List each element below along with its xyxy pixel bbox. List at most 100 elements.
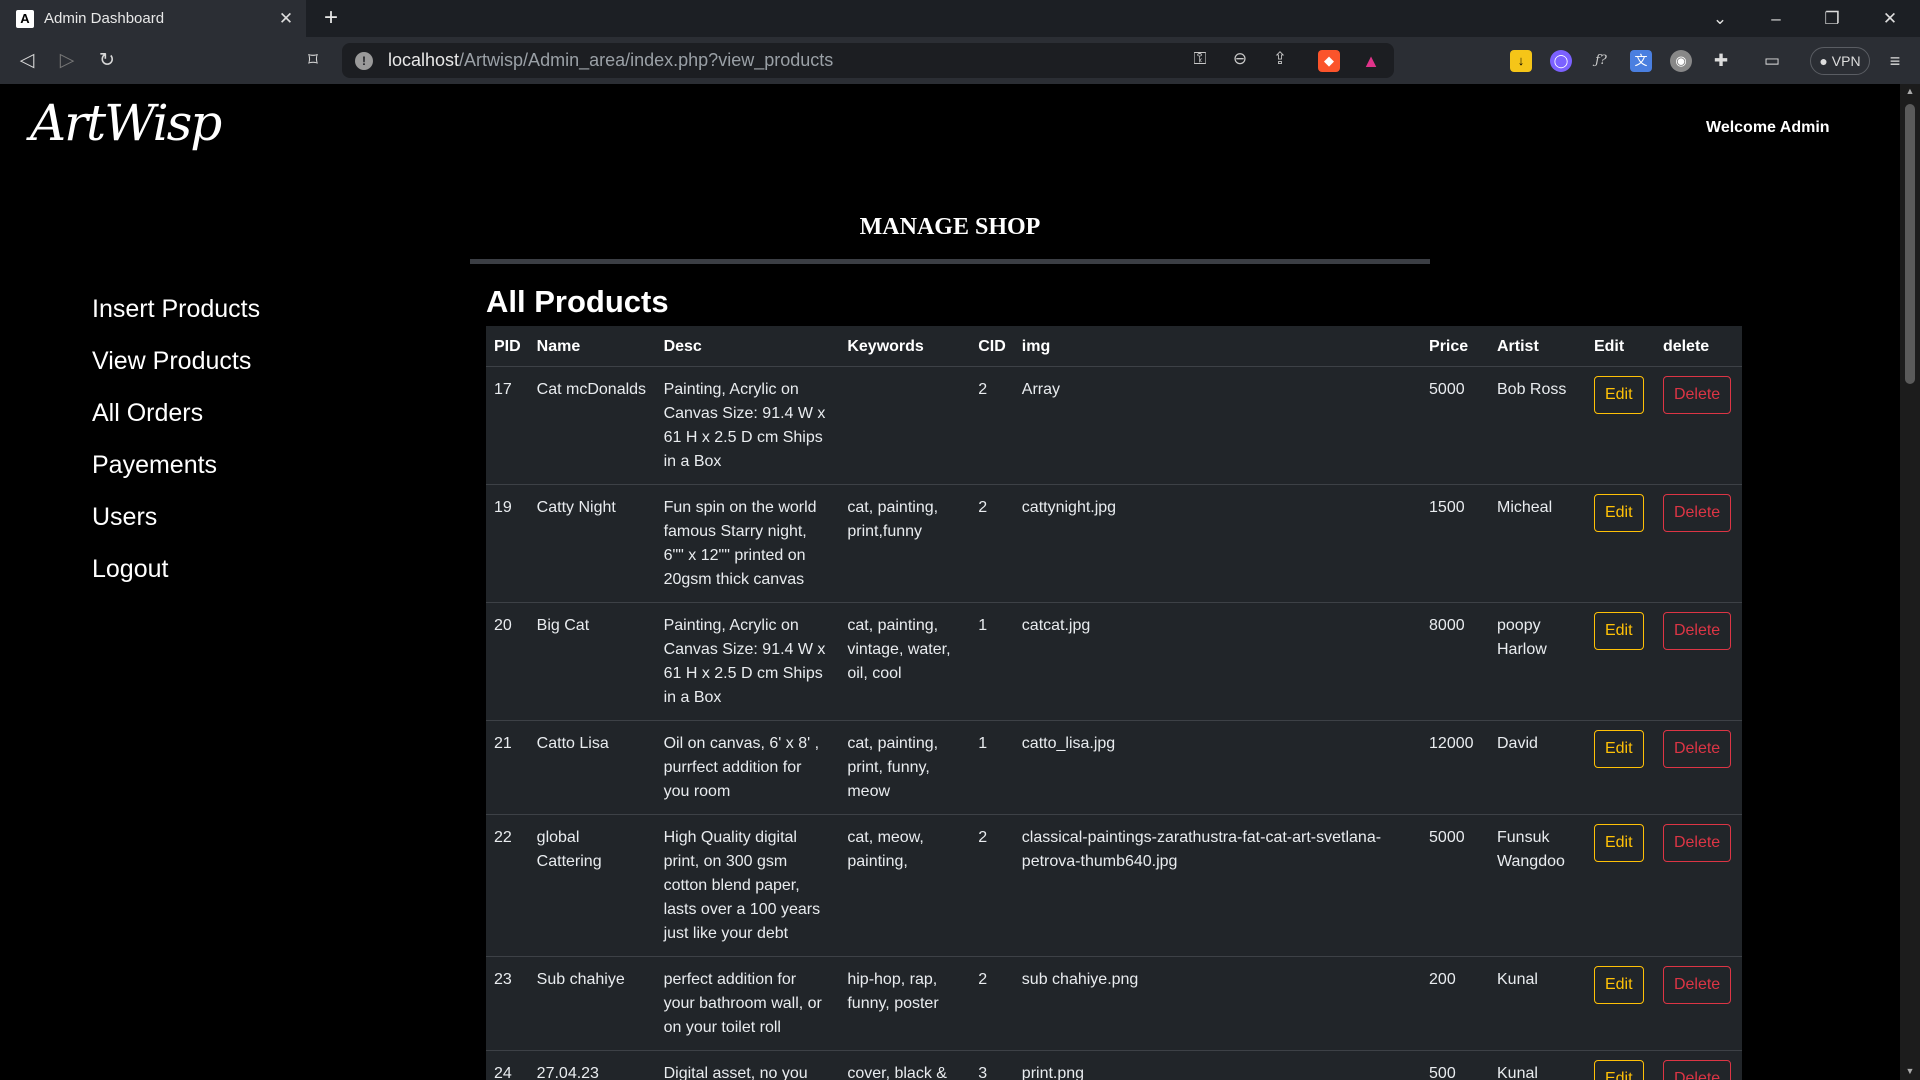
cell-delete: Delete xyxy=(1654,956,1742,1051)
tab-search-chevron-icon[interactable]: ⌄ xyxy=(1692,0,1748,37)
cell-desc: perfect addition for your bathroom wall,… xyxy=(655,956,840,1051)
cell-keywords: hip-hop, rap, funny, poster xyxy=(839,956,971,1051)
reload-icon[interactable]: ↻ xyxy=(94,48,120,74)
cell-keywords: cat, meow, painting, xyxy=(839,814,971,957)
cell-price: 5000 xyxy=(1421,814,1489,957)
delete-button[interactable]: Delete xyxy=(1662,965,1732,1004)
cell-keywords: cat, painting, print, funny, meow xyxy=(839,720,971,815)
cell-price: 12000 xyxy=(1421,720,1489,815)
cell-price: 1500 xyxy=(1421,484,1489,603)
delete-button[interactable]: Delete xyxy=(1662,375,1732,414)
download-extension-icon[interactable]: ↓ xyxy=(1510,50,1532,72)
header-edit: Edit xyxy=(1585,326,1655,367)
cell-desc: Fun spin on the world famous Starry nigh… xyxy=(655,484,840,603)
minimize-button[interactable]: – xyxy=(1748,0,1804,37)
page-scrollbar[interactable]: ▲ ▼ xyxy=(1900,84,1920,1080)
browser-tab-bar: A Admin Dashboard ✕ + ⌄ – ❐ ✕ xyxy=(0,0,1920,37)
browser-toolbar: ◁ ▷ ↻ ⌑ ! localhost/Artwisp/Admin_area/i… xyxy=(0,37,1920,84)
cell-cid: 2 xyxy=(970,366,1014,485)
cell-pid: 24 xyxy=(486,1050,529,1080)
delete-button[interactable]: Delete xyxy=(1662,729,1732,768)
scroll-down-arrow-icon[interactable]: ▼ xyxy=(1900,1066,1920,1076)
cell-keywords xyxy=(839,366,971,485)
cell-artist: Kunal xyxy=(1489,956,1586,1051)
cell-artist: poopy Harlow xyxy=(1489,602,1586,721)
header-img: img xyxy=(1013,326,1422,367)
translate-extension-icon[interactable]: 文 xyxy=(1630,50,1652,72)
table-row: 21 Catto Lisa Oil on canvas, 6' x 8' , pur… xyxy=(486,720,1742,815)
sidebar-item-all-orders[interactable]: All Orders xyxy=(92,398,260,450)
scrollbar-thumb[interactable] xyxy=(1905,104,1915,384)
delete-button[interactable]: Delete xyxy=(1662,493,1732,532)
cell-edit: Edit xyxy=(1585,366,1655,485)
cell-name: Catto Lisa xyxy=(528,720,656,815)
edit-button[interactable]: Edit xyxy=(1593,493,1644,532)
browser-tab[interactable]: A Admin Dashboard ✕ xyxy=(0,0,306,37)
new-tab-button[interactable]: + xyxy=(316,4,346,34)
table-row: 19 Catty Night Fun spin on the world famou… xyxy=(486,484,1742,603)
edit-button[interactable]: Edit xyxy=(1593,375,1644,414)
delete-button[interactable]: Delete xyxy=(1662,823,1732,862)
sidebar-item-view-products[interactable]: View Products xyxy=(92,346,260,398)
wallet-icon[interactable]: ▭ xyxy=(1761,50,1783,72)
cell-delete: Delete xyxy=(1654,366,1742,485)
close-window-button[interactable]: ✕ xyxy=(1862,0,1918,37)
cell-price: 200 xyxy=(1421,956,1489,1051)
cell-cid: 2 xyxy=(970,814,1014,957)
sidebar-item-payements[interactable]: Payements xyxy=(92,450,260,502)
table-body: 17 Cat mcDonalds Painting, Acrylic on Canv… xyxy=(486,366,1742,1080)
artwisp-logo[interactable]: ArtWisp xyxy=(30,94,222,152)
edit-button[interactable]: Edit xyxy=(1593,729,1644,768)
site-info-icon[interactable]: ! xyxy=(355,51,373,70)
cell-desc: High Quality digital print, on 300 gsm c… xyxy=(655,814,840,957)
restore-button[interactable]: ❐ xyxy=(1804,0,1860,37)
bookmark-icon[interactable]: ⌑ xyxy=(300,48,326,74)
edit-button[interactable]: Edit xyxy=(1593,611,1644,650)
share-icon[interactable]: ⇪ xyxy=(1267,46,1293,72)
cell-edit: Edit xyxy=(1585,484,1655,603)
brave-rewards-icon[interactable]: ▲ xyxy=(1360,50,1382,72)
incognito-extension-icon[interactable]: ◉ xyxy=(1670,50,1692,72)
cell-delete: Delete xyxy=(1654,602,1742,721)
cell-img: catcat.jpg xyxy=(1013,602,1422,721)
header-artist: Artist xyxy=(1489,326,1586,367)
delete-button[interactable]: Delete xyxy=(1662,1059,1732,1080)
menu-icon[interactable]: ≡ xyxy=(1884,50,1906,72)
cell-name: Big Cat xyxy=(528,602,656,721)
delete-button[interactable]: Delete xyxy=(1662,611,1732,650)
sidebar-item-insert-products[interactable]: Insert Products xyxy=(92,294,260,346)
cell-img: Array xyxy=(1013,366,1422,485)
cell-cid: 3 xyxy=(970,1050,1014,1080)
brave-shields-icon[interactable]: ◆ xyxy=(1318,50,1340,72)
cell-desc: Painting, Acrylic on Canvas Size: 91.4 W… xyxy=(655,366,840,485)
back-icon[interactable]: ◁ xyxy=(14,48,40,74)
table-row: 20 Big Cat Painting, Acrylic on Canvas Siz… xyxy=(486,602,1742,721)
extensions-puzzle-icon[interactable]: ✚ xyxy=(1710,50,1732,72)
sidebar-item-logout[interactable]: Logout xyxy=(92,554,260,606)
cell-edit: Edit xyxy=(1585,1050,1655,1080)
cell-name: 27.04.23 xyxy=(528,1050,656,1080)
admin-sidebar: Insert Products View Products All Orders… xyxy=(92,294,260,606)
products-table: PID Name Desc Keywords CID img Price Art… xyxy=(486,326,1742,1080)
edit-button[interactable]: Edit xyxy=(1593,1059,1644,1080)
table-row: 17 Cat mcDonalds Painting, Acrylic on Canv… xyxy=(486,366,1742,485)
font-identifier-extension-icon[interactable]: ƒ? xyxy=(1590,50,1612,72)
section-title: All Products xyxy=(486,284,669,319)
cell-cid: 2 xyxy=(970,484,1014,603)
color-picker-extension-icon[interactable]: ◯ xyxy=(1550,50,1572,72)
table-row: 22 global Cattering High Quality digital p… xyxy=(486,814,1742,957)
forward-icon[interactable]: ▷ xyxy=(54,48,80,74)
close-tab-icon[interactable]: ✕ xyxy=(272,9,300,29)
scroll-up-arrow-icon[interactable]: ▲ xyxy=(1900,86,1920,96)
cell-keywords: cover, black & white, xyxy=(839,1050,971,1080)
sidebar-item-users[interactable]: Users xyxy=(92,502,260,554)
edit-button[interactable]: Edit xyxy=(1593,823,1644,862)
header-price: Price xyxy=(1421,326,1489,367)
edit-button[interactable]: Edit xyxy=(1593,965,1644,1004)
vpn-button[interactable]: ● VPN xyxy=(1810,47,1870,75)
password-key-icon[interactable]: ⚿ xyxy=(1187,46,1213,72)
cell-cid: 1 xyxy=(970,720,1014,815)
cell-edit: Edit xyxy=(1585,814,1655,957)
cell-pid: 21 xyxy=(486,720,529,815)
zoom-icon[interactable]: ⊖ xyxy=(1227,46,1253,72)
